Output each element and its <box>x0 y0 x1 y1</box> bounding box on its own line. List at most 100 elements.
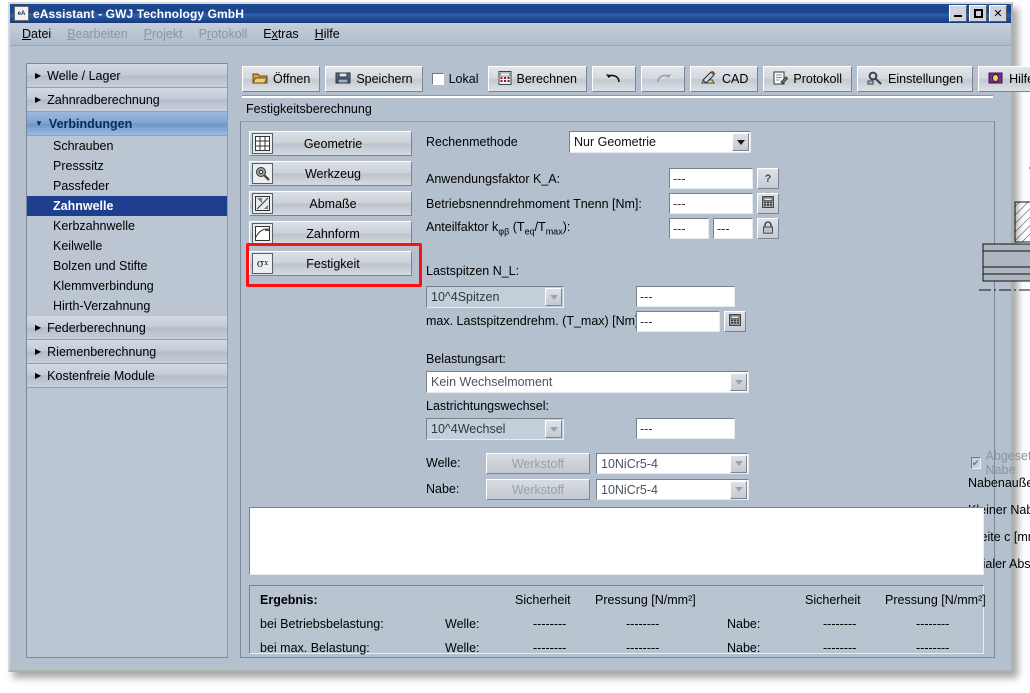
shaft-hub-diagram: F u N a 0 <box>967 127 1030 319</box>
sidebar-group-label: Verbindungen <box>49 117 132 131</box>
sidebar-item-zahnwelle[interactable]: Zahnwelle <box>27 196 227 216</box>
sidebar-group-federberechnung[interactable]: ▶ Federberechnung <box>27 316 227 340</box>
tab-geometrie[interactable]: Geometrie <box>249 131 412 156</box>
nabe-material-value: 10NiCr5-4 <box>597 483 730 497</box>
redo-button[interactable] <box>641 66 685 92</box>
anteilfaktor-lock-button[interactable] <box>757 218 779 239</box>
anteilfaktor-input-1[interactable]: --- <box>669 218 709 239</box>
belastungsart-select[interactable]: Kein Wechselmoment <box>426 371 749 393</box>
anwendungsfaktor-value: --- <box>673 172 686 186</box>
sidebar-item-hirth-verzahnung[interactable]: Hirth-Verzahnung <box>27 296 227 316</box>
help-button[interactable]: Hilfe <box>978 66 1030 92</box>
tool-icon <box>252 163 273 184</box>
nabe-werkstoff-button[interactable]: Werkstoff <box>486 479 590 500</box>
window-controls: ✕ <box>949 5 1007 22</box>
sidebar-item-kerbzahnwelle[interactable]: Kerbzahnwelle <box>27 216 227 236</box>
nabe-material-select[interactable]: 10NiCr5-4 <box>596 479 749 500</box>
belastungsart-label: Belastungsart: <box>426 352 506 366</box>
welle-werkstoff-button[interactable]: Werkstoff <box>486 453 590 474</box>
tab-label: Werkzeug <box>273 167 411 181</box>
menu-bearbeiten[interactable]: Bearbeiten <box>67 27 127 41</box>
open-button[interactable]: Öffnen <box>242 66 320 92</box>
chevron-down-icon[interactable] <box>545 420 562 438</box>
gear-wrench-icon <box>867 71 883 88</box>
sidebar-group-verbindungen[interactable]: ▼ Verbindungen <box>27 112 227 136</box>
open-label: Öffnen <box>273 72 310 86</box>
chevron-down-icon[interactable] <box>730 481 747 499</box>
chevron-right-icon: ▶ <box>35 95 41 104</box>
tab-zahnform[interactable]: Zahnform <box>249 221 412 246</box>
sidebar-item-keilwelle[interactable]: Keilwelle <box>27 236 227 256</box>
settings-button[interactable]: Einstellungen <box>857 66 973 92</box>
close-button[interactable]: ✕ <box>989 5 1007 22</box>
result-nabe-label: Nabe: <box>727 617 760 631</box>
chevron-right-icon: ▶ <box>35 371 41 380</box>
chevron-right-icon: ▶ <box>35 347 41 356</box>
betriebsnenn-calc-button[interactable] <box>757 193 779 214</box>
checkbox-box <box>432 73 444 85</box>
menu-hilfe[interactable]: Hilfe <box>315 27 340 41</box>
rechenmethode-label: Rechenmethode <box>426 135 518 149</box>
sidebar-item-schrauben[interactable]: Schrauben <box>27 136 227 156</box>
result-welle-label: Welle: <box>445 617 480 631</box>
tab-abmasse[interactable]: Abmaße <box>249 191 412 216</box>
save-button[interactable]: Speichern <box>325 66 422 92</box>
tab-festigkeit[interactable]: σx Festigkeit <box>249 251 412 276</box>
lastspitzen-select[interactable]: 10^4Spitzen <box>426 286 564 308</box>
sidebar-group-welle-lager[interactable]: ▶ Welle / Lager <box>27 64 227 88</box>
sidebar-group-kostenfreie-module[interactable]: ▶ Kostenfreie Module <box>27 364 227 388</box>
anwendungsfaktor-input[interactable]: --- <box>669 168 753 189</box>
calculate-button[interactable]: Berechnen <box>488 66 587 92</box>
sidebar-item-klemmverbindung[interactable]: Klemmverbindung <box>27 276 227 296</box>
chevron-down-icon: ▼ <box>35 119 43 128</box>
sidebar-group-label: Federberechnung <box>47 321 146 335</box>
abgesetzte-nabe-checkbox[interactable]: ✔ Abgesetzte Nabe <box>971 449 1030 477</box>
nabe-werkstoff-label: Werkstoff <box>512 483 564 497</box>
abgesetzte-nabe-label: Abgesetzte Nabe <box>986 449 1030 477</box>
maxlast-input[interactable]: --- <box>636 311 720 332</box>
chevron-down-icon[interactable] <box>730 373 747 391</box>
floppy-disk-icon <box>335 71 351 88</box>
sidebar-item-bolzen-und-stifte[interactable]: Bolzen und Stifte <box>27 256 227 276</box>
chevron-right-icon: ▶ <box>35 71 41 80</box>
chevron-down-icon[interactable] <box>730 455 747 473</box>
settings-label: Einstellungen <box>888 72 963 86</box>
main-panel: Öffnen Speichern Lokal Berechnen <box>240 63 995 658</box>
tab-werkzeug[interactable]: Werkzeug <box>249 161 412 186</box>
menu-datei[interactable]: Datei <box>22 27 51 41</box>
undo-button[interactable] <box>592 66 636 92</box>
protocol-button[interactable]: Protokoll <box>763 66 852 92</box>
maximize-button[interactable] <box>969 5 987 22</box>
menu-projekt[interactable]: Projekt <box>144 27 183 41</box>
anteilfaktor-input-2[interactable]: --- <box>713 218 753 239</box>
local-checkbox[interactable]: Lokal <box>428 72 483 86</box>
lastrichtung-select[interactable]: 10^4Wechsel <box>426 418 564 440</box>
anwendungsfaktor-help-button[interactable]: ? <box>757 168 779 189</box>
chevron-down-icon[interactable] <box>545 288 562 306</box>
sidebar-item-presssitz[interactable]: Presssitz <box>27 156 227 176</box>
cad-button[interactable]: CAD <box>690 66 758 92</box>
sidebar-group-riemenberechnung[interactable]: ▶ Riemenberechnung <box>27 340 227 364</box>
sidebar-empty-space <box>27 388 227 657</box>
rechenmethode-select[interactable]: Nur Geometrie <box>569 131 751 153</box>
result-case-label: bei Betriebsbelastung: <box>260 617 384 631</box>
anteilfaktor-value-1: --- <box>673 222 686 236</box>
sidebar-item-passfeder[interactable]: Passfeder <box>27 176 227 196</box>
welle-material-select[interactable]: 10NiCr5-4 <box>596 453 749 474</box>
anteilfaktor-label: Anteilfaktor kφβ (Teq/Tmax): <box>426 220 570 237</box>
sidebar-item-label: Schrauben <box>53 139 113 153</box>
app-icon: eA <box>14 6 29 21</box>
rechenmethode-value: Nur Geometrie <box>570 135 732 149</box>
menu-protokoll[interactable]: Protokoll <box>199 27 248 41</box>
chevron-right-icon: ▶ <box>35 323 41 332</box>
sidebar-group-zahnradberechnung[interactable]: ▶ Zahnradberechnung <box>27 88 227 112</box>
betriebsnenn-input[interactable]: --- <box>669 193 753 214</box>
sigma-x-icon: σx <box>252 253 273 274</box>
minimize-button[interactable] <box>949 5 967 22</box>
menu-extras[interactable]: Extras <box>263 27 298 41</box>
sidebar-group-label: Welle / Lager <box>47 69 120 83</box>
chevron-down-icon[interactable] <box>732 133 749 151</box>
check-icon: ✔ <box>972 459 980 468</box>
form-panel: Geometrie Werkzeug Abmaße <box>240 121 995 658</box>
maxlast-calc-button[interactable] <box>724 311 746 332</box>
